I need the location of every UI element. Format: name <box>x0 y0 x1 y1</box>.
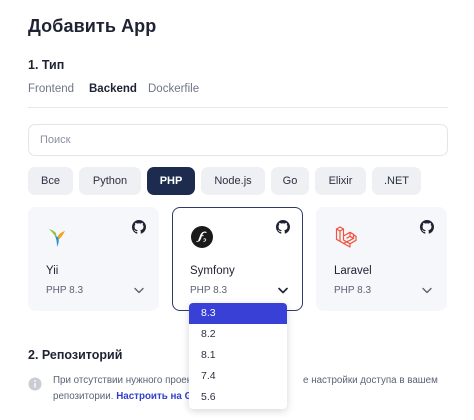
info-icon <box>28 377 42 391</box>
symfony-logo-icon <box>191 226 213 248</box>
version-option-5-6[interactable]: 5.6 <box>189 387 287 408</box>
filter-chip-python[interactable]: Python <box>79 167 141 195</box>
framework-name: Yii <box>46 265 59 277</box>
github-icon[interactable] <box>132 220 146 234</box>
laravel-logo-icon <box>335 226 357 248</box>
filter-chip-dotnet[interactable]: .NET <box>372 167 421 195</box>
tab-frontend[interactable]: Frontend <box>28 83 74 95</box>
filter-chip-go[interactable]: Go <box>271 167 309 195</box>
framework-name: Laravel <box>334 265 372 277</box>
yii-logo-icon <box>49 229 67 247</box>
chevron-down-icon[interactable] <box>422 287 432 294</box>
tab-backend[interactable]: Backend <box>89 83 137 95</box>
version-option-8-3[interactable]: 8.3 <box>189 303 287 324</box>
info-text-start: При отсутствии нужного проек <box>53 375 192 386</box>
framework-card-symfony[interactable]: Symfony PHP 8.3 <box>172 207 303 311</box>
filter-chip-elixir[interactable]: Elixir <box>315 167 366 195</box>
github-icon[interactable] <box>420 220 434 234</box>
github-icon[interactable] <box>276 220 290 234</box>
type-tabs: Frontend Backend Dockerfile <box>28 80 448 108</box>
filter-chip-php[interactable]: PHP <box>147 167 195 195</box>
info-text-end: е настройки доступа в вашем <box>303 375 438 386</box>
filter-chip-nodejs[interactable]: Node.js <box>201 167 265 195</box>
version-dropdown: 8.3 8.2 8.1 7.4 5.6 <box>189 303 287 409</box>
version-option-8-1[interactable]: 8.1 <box>189 345 287 366</box>
search-input[interactable] <box>28 124 448 156</box>
configure-git-link[interactable]: Настроить на Git <box>116 391 198 402</box>
section-title-type: 1. Тип <box>28 58 65 72</box>
framework-version: PHP 8.3 <box>46 285 84 296</box>
chevron-down-icon[interactable] <box>278 287 288 294</box>
filter-chip-all[interactable]: Все <box>28 167 73 195</box>
framework-version: PHP 8.3 <box>334 285 372 296</box>
framework-card-laravel[interactable]: Laravel PHP 8.3 <box>316 207 447 311</box>
info-text-repo: репозитории. <box>53 391 114 402</box>
tab-dockerfile[interactable]: Dockerfile <box>148 83 199 95</box>
version-option-7-4[interactable]: 7.4 <box>189 366 287 387</box>
chevron-down-icon[interactable] <box>134 287 144 294</box>
section-title-repository: 2. Репозиторий <box>28 348 123 362</box>
framework-card-yii[interactable]: Yii PHP 8.3 <box>28 207 159 311</box>
page-title: Добавить App <box>28 16 157 36</box>
version-option-8-2[interactable]: 8.2 <box>189 324 287 345</box>
framework-version: PHP 8.3 <box>190 285 228 296</box>
framework-name: Symfony <box>190 265 235 277</box>
